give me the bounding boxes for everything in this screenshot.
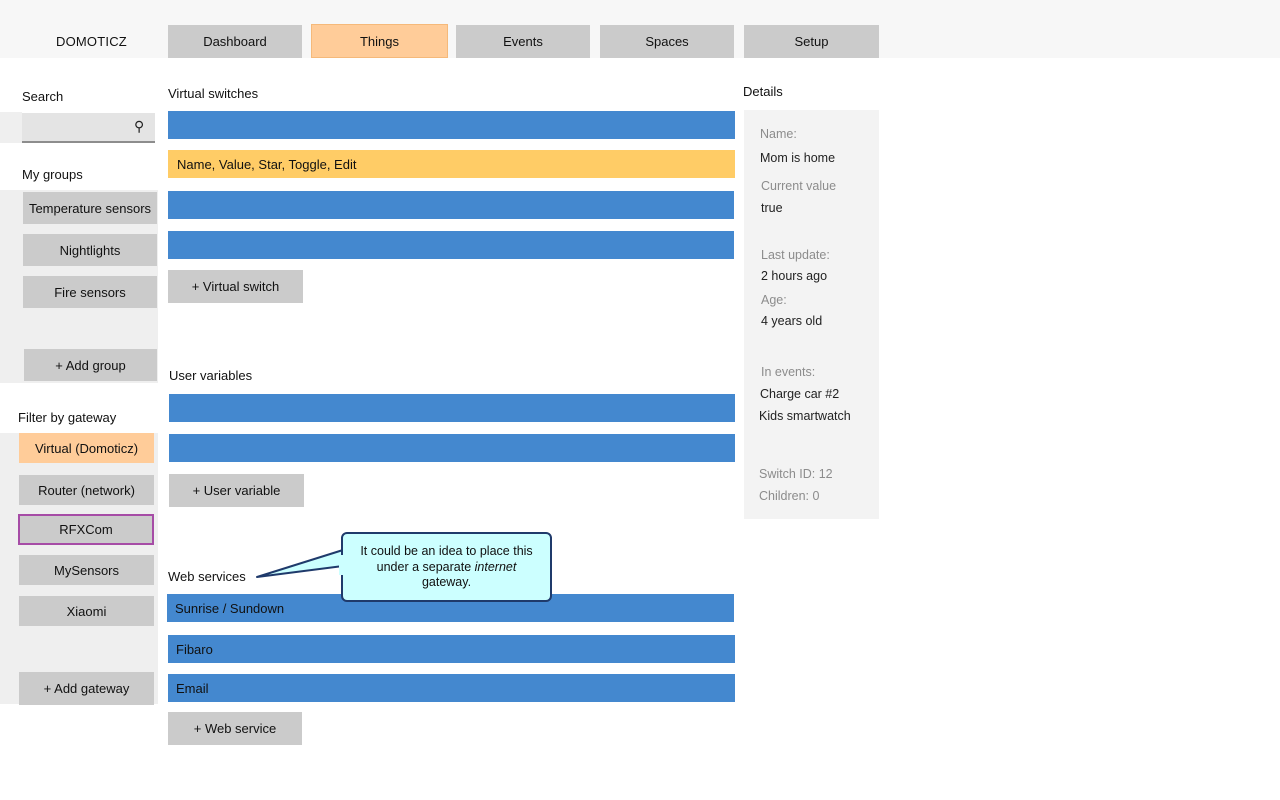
detail-switch-id: Switch ID: 12 [759, 467, 833, 481]
search-label: Search [22, 89, 64, 104]
detail-event-link[interactable]: Charge car #2 [760, 387, 839, 401]
virtual-switch-row-expanded[interactable]: Name, Value, Star, Toggle, Edit [168, 150, 735, 178]
tab-setup[interactable]: Setup [744, 25, 879, 58]
tab-dashboard[interactable]: Dashboard [168, 25, 302, 58]
group-nightlights[interactable]: Nightlights [23, 234, 157, 266]
web-services-title: Web services [168, 569, 246, 584]
detail-name-label: Name: [760, 127, 797, 141]
brand-logo: DOMOTICZ [56, 34, 127, 49]
callout-line-1: It could be an idea to place this [360, 544, 533, 558]
virtual-switches-title: Virtual switches [168, 86, 259, 101]
web-service-row-fibaro[interactable]: Fibaro [168, 635, 735, 663]
details-title: Details [743, 84, 783, 99]
virtual-switch-row[interactable] [168, 111, 735, 139]
user-variable-row[interactable] [169, 434, 735, 462]
filter-by-gateway-label: Filter by gateway [18, 410, 117, 425]
detail-current-label: Current value [761, 179, 837, 193]
user-variables-title: User variables [169, 368, 253, 383]
virtual-switch-row[interactable] [168, 231, 734, 259]
detail-current-value: true [761, 201, 783, 215]
gateway-mysensors[interactable]: MySensors [19, 555, 154, 585]
gateway-virtual-domoticz[interactable]: Virtual (Domoticz) [19, 433, 154, 463]
detail-age-value: 4 years old [761, 314, 823, 328]
my-groups-label: My groups [22, 167, 83, 182]
gateway-router-network[interactable]: Router (network) [19, 475, 154, 505]
group-temperature-sensors[interactable]: Temperature sensors [23, 192, 157, 224]
callout-line-2-emphasis: internet [474, 559, 517, 574]
gateway-rfxcom[interactable]: RFXCom [18, 514, 154, 545]
tab-things[interactable]: Things [311, 24, 448, 58]
search-icon[interactable]: ⚲ [134, 118, 144, 135]
detail-age-label: Age: [761, 293, 787, 307]
user-variable-row[interactable] [169, 394, 735, 422]
detail-events-label: In events: [761, 365, 816, 379]
search-panel-bg [0, 112, 22, 143]
detail-children: Children: 0 [759, 489, 820, 503]
add-user-variable-button[interactable]: + User variable [169, 474, 304, 507]
detail-event-link[interactable]: Kids smartwatch [759, 409, 851, 423]
web-service-row-email[interactable]: Email [168, 674, 735, 702]
annotation-callout: It could be an idea to place this under … [341, 532, 552, 602]
tab-spaces[interactable]: Spaces [600, 25, 734, 58]
detail-last-update-value: 2 hours ago [761, 269, 828, 283]
callout-line-2: under a separate internet [343, 560, 550, 576]
callout-line-3: gateway. [421, 575, 472, 589]
callout-line-2-text: under a separate [376, 559, 475, 574]
gateway-xiaomi[interactable]: Xiaomi [19, 596, 154, 626]
group-fire-sensors[interactable]: Fire sensors [23, 276, 157, 308]
tab-events[interactable]: Events [456, 25, 590, 58]
detail-last-update-label: Last update: [761, 248, 830, 262]
callout-pointer-joint [339, 555, 347, 575]
virtual-switch-row[interactable] [168, 191, 734, 219]
add-gateway-button[interactable]: + Add gateway [19, 672, 154, 705]
detail-name-value: Mom is home [760, 151, 836, 165]
add-web-service-button[interactable]: + Web service [168, 712, 302, 745]
add-virtual-switch-button[interactable]: + Virtual switch [168, 270, 303, 303]
add-group-button[interactable]: + Add group [24, 349, 157, 381]
